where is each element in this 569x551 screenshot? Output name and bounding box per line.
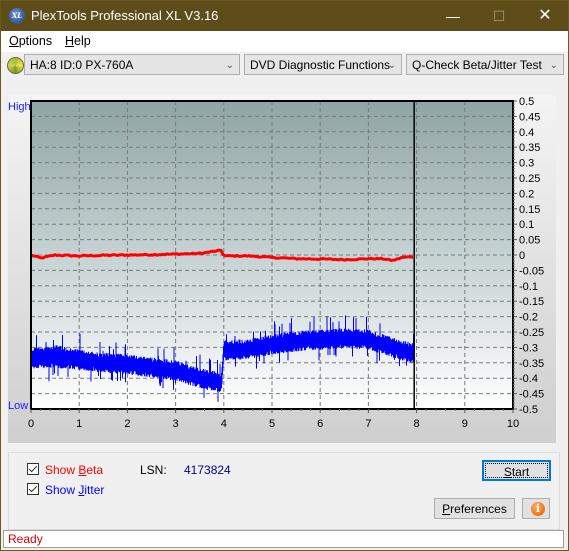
test-select[interactable]: Q-Check Beta/Jitter Test ⌄	[406, 54, 564, 75]
low-label: Low	[8, 400, 29, 412]
x-tick-label: 0	[28, 418, 34, 430]
y-tick-label: -0.5	[519, 404, 538, 416]
x-tick-label: 4	[221, 418, 227, 430]
function-group-value: DVD Diagnostic Functions	[250, 58, 391, 72]
window-title: PlexTools Professional XL V3.16	[31, 8, 219, 23]
app-logo-icon: XL	[9, 8, 25, 24]
preferences-accel: P	[442, 502, 451, 516]
lsn-value: 4173824	[184, 463, 231, 477]
chevron-down-icon: ⌄	[549, 60, 558, 71]
beta-jitter-chart: 0 1 2 3 4 5 6 7 8 9 10 0.5 0.45 0.4 0.35 0.3 0.25 0.2 0.15…	[28, 96, 544, 430]
y-tick-label: 0.35	[519, 142, 540, 154]
y-tick-label: 0	[519, 250, 525, 262]
x-tick-label: 1	[76, 418, 82, 430]
drive-disc-icon	[7, 57, 24, 74]
info-button[interactable]: i	[522, 498, 550, 519]
y-tick-label: 0.4	[519, 127, 534, 139]
status-bar: Ready	[3, 530, 564, 548]
menu-options-rest: ptions	[18, 34, 53, 48]
x-tick-label: 9	[462, 418, 468, 430]
title-bar: XL PlexTools Professional XL V3.16 — ☐ ✕	[1, 1, 568, 31]
x-tick-label: 3	[173, 418, 179, 430]
chevron-down-icon: ⌄	[387, 60, 396, 71]
show-jitter-label[interactable]: Show Jitter	[45, 483, 104, 497]
x-tick-label: 8	[414, 418, 420, 430]
drive-select-value: HA:8 ID:0 PX-760A	[30, 58, 134, 72]
show-jitter-checkbox[interactable]	[27, 483, 39, 495]
preferences-button[interactable]: Preferences	[434, 498, 515, 519]
minimize-button[interactable]: —	[430, 1, 476, 31]
y-tick-label: 0.3	[519, 158, 534, 170]
y-tick-label: -0.1	[519, 281, 538, 293]
info-icon: i	[531, 502, 545, 516]
maximize-button[interactable]: ☐	[476, 1, 522, 31]
show-jitter-label-post: itter	[84, 483, 105, 497]
y-tick-label: -0.45	[519, 389, 544, 401]
y-tick-label: -0.05	[519, 265, 544, 277]
chevron-down-icon: ⌄	[225, 60, 234, 71]
menu-help-rest: elp	[74, 34, 91, 48]
y-tick-label: 0.5	[519, 96, 534, 108]
x-tick-label: 5	[269, 418, 275, 430]
controls-group: Show Beta Show Jitter LSN: 4173824 Start…	[8, 452, 560, 530]
test-select-value: Q-Check Beta/Jitter Test	[412, 58, 542, 72]
close-button[interactable]: ✕	[522, 1, 568, 31]
x-tick-label: 2	[124, 418, 130, 430]
drive-select[interactable]: HA:8 ID:0 PX-760A ⌄	[24, 54, 240, 75]
x-tick-label: 7	[365, 418, 371, 430]
show-beta-label-post: eta	[86, 463, 104, 477]
x-tick-label: 10	[507, 418, 519, 430]
y-tick-label: 0.25	[519, 173, 540, 185]
y-tick-label: 0.45	[519, 111, 540, 123]
y-tick-label: 0.2	[519, 188, 534, 200]
y-tick-label: -0.35	[519, 358, 544, 370]
y-tick-label: 0.05	[519, 235, 540, 247]
function-group-select[interactable]: DVD Diagnostic Functions ⌄	[244, 54, 402, 75]
menu-options-accel: O	[9, 34, 19, 48]
status-text: Ready	[8, 532, 43, 546]
y-tick-label: 0.15	[519, 204, 540, 216]
x-tick-label: 6	[317, 418, 323, 430]
y-tick-label: -0.4	[519, 373, 538, 385]
menu-options[interactable]: Options	[9, 34, 52, 48]
preferences-rest: references	[450, 502, 507, 516]
high-label: High	[8, 101, 31, 113]
y-tick-label: -0.15	[519, 296, 544, 308]
menu-bar: Options Help	[1, 31, 568, 52]
show-beta-label-pre: Show	[45, 463, 79, 477]
focus-rect	[485, 463, 548, 478]
start-button[interactable]: Start	[482, 460, 551, 481]
menu-help-accel: H	[65, 34, 75, 48]
y-tick-label: -0.2	[519, 312, 538, 324]
y-tick-label: -0.3	[519, 342, 538, 354]
menu-help[interactable]: Help	[65, 34, 91, 48]
show-beta-checkbox[interactable]	[27, 463, 39, 475]
toolbar: HA:8 ID:0 PX-760A ⌄ DVD Diagnostic Funct…	[1, 52, 568, 80]
lsn-label: LSN:	[140, 463, 167, 477]
chart-panel: 0 1 2 3 4 5 6 7 8 9 10 0.5 0.45 0.4 0.35 0.3 0.25 0.2 0.15…	[8, 95, 556, 443]
show-beta-label[interactable]: Show Beta	[45, 463, 103, 477]
show-jitter-label-pre: Show	[45, 483, 79, 497]
y-tick-label: -0.25	[519, 327, 544, 339]
y-tick-label: 0.1	[519, 219, 534, 231]
